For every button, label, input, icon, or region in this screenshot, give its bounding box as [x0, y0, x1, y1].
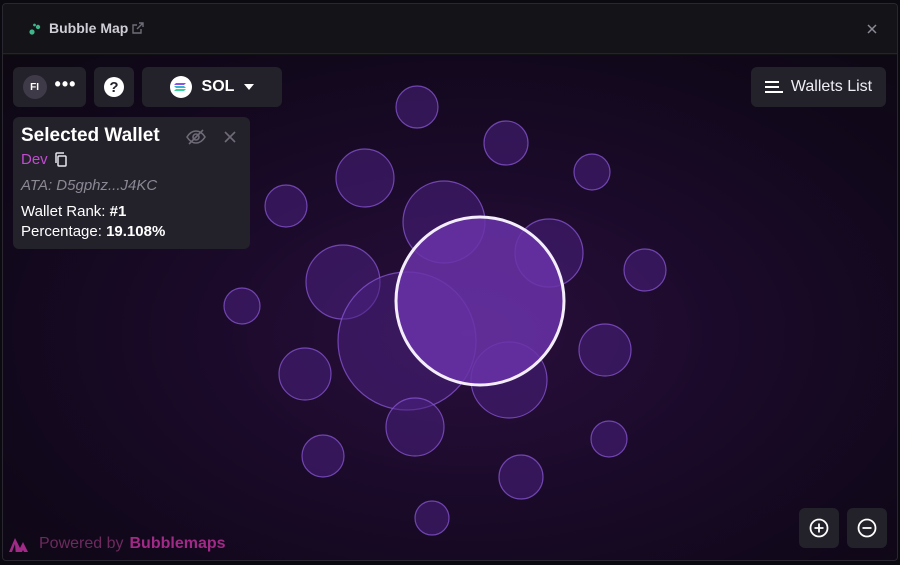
more-icon: •••: [54, 74, 77, 94]
powered-by-label: Powered by: [39, 535, 124, 552]
wallet-bubble[interactable]: [623, 248, 667, 292]
wallet-percentage: Percentage: 19.108%: [21, 223, 242, 240]
close-window-button[interactable]: [865, 22, 879, 36]
wallet-bubble[interactable]: [264, 184, 308, 228]
bubblemaps-logo-icon: [9, 538, 28, 552]
copy-icon[interactable]: [54, 152, 68, 167]
selected-wallet-bubble[interactable]: [394, 215, 566, 387]
wallet-bubble[interactable]: [335, 148, 395, 208]
wallet-bubble[interactable]: [385, 397, 445, 457]
chain-label: SOL: [201, 78, 235, 95]
close-panel-button[interactable]: [222, 129, 238, 145]
wallet-bubble[interactable]: [573, 153, 611, 191]
wallet-name[interactable]: Dev: [21, 151, 48, 168]
selected-wallet-panel: Selected Wallet Dev ATA: D5gphz...J4KC W…: [13, 117, 250, 249]
powered-by-bubblemaps[interactable]: Powered by Bubblemaps: [9, 535, 226, 553]
wallets-list-button[interactable]: Wallets List: [751, 67, 886, 107]
zoom-out-button[interactable]: [847, 508, 887, 548]
help-icon: ?: [104, 77, 124, 97]
ata-value: D5gphz...J4KC: [56, 177, 158, 194]
wallet-bubble[interactable]: [578, 323, 632, 377]
percentage-value: 19.108%: [106, 223, 166, 240]
zoom-in-button[interactable]: [799, 508, 839, 548]
ata-address: ATA: D5gphz...J4KC: [21, 177, 242, 194]
wallet-rank: Wallet Rank: #1: [21, 203, 242, 220]
wallet-bubble[interactable]: [223, 287, 261, 325]
external-link-icon[interactable]: [131, 21, 145, 35]
wallet-bubble[interactable]: [395, 85, 439, 129]
wallet-bubble[interactable]: [590, 420, 628, 458]
bubble-map-canvas[interactable]: FI ••• ? SOL Wallets List Selected Walle…: [3, 55, 897, 560]
bubble-logo-icon: [29, 23, 41, 35]
eye-off-icon[interactable]: [186, 129, 206, 145]
avatar: FI: [22, 75, 47, 99]
panel-title: Selected Wallet: [21, 125, 160, 146]
list-icon: [764, 81, 783, 93]
rank-label: Wallet Rank:: [21, 203, 106, 220]
title-bar: Bubble Map: [3, 4, 897, 54]
wallet-bubble[interactable]: [483, 120, 529, 166]
wallet-bubble[interactable]: [498, 454, 544, 500]
wallets-list-label: Wallets List: [790, 78, 873, 95]
window-title: Bubble Map: [49, 20, 129, 36]
wallet-bubble[interactable]: [278, 347, 332, 401]
percentage-label: Percentage:: [21, 223, 102, 240]
bubble-map-window: Bubble Map FI ••• ? SOL Wallets List Sel…: [2, 3, 898, 561]
wallet-bubble[interactable]: [414, 500, 450, 536]
account-menu-button[interactable]: FI •••: [13, 67, 86, 107]
ata-label: ATA:: [21, 177, 53, 194]
wallet-bubble[interactable]: [301, 434, 345, 478]
zoom-in-icon: [809, 518, 829, 538]
rank-value: #1: [109, 203, 127, 220]
solana-icon: [169, 76, 192, 98]
zoom-out-icon: [857, 518, 877, 538]
chain-selector[interactable]: SOL: [142, 67, 282, 107]
caret-down-icon: [244, 84, 255, 90]
brand-name: Bubblemaps: [129, 535, 226, 552]
help-button[interactable]: ?: [94, 67, 134, 107]
wallet-name-row: Dev: [21, 151, 242, 168]
